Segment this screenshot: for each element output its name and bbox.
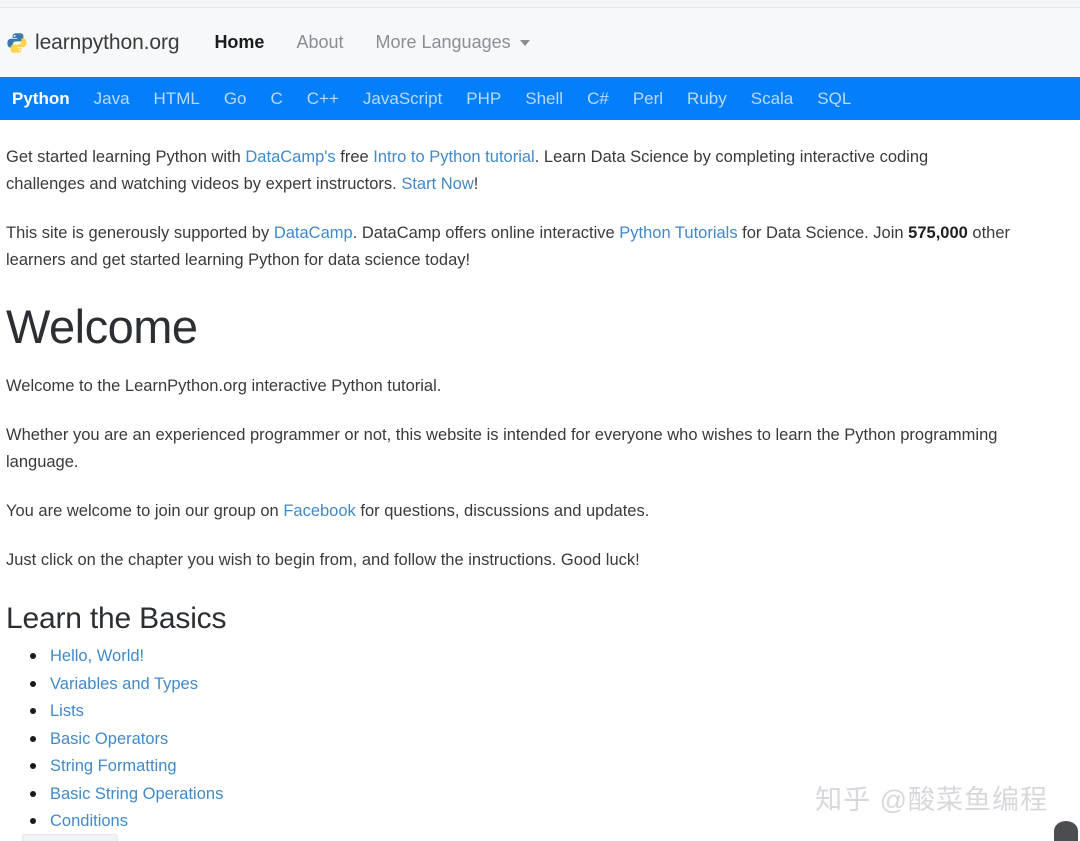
lang-item-php[interactable]: PHP — [466, 89, 501, 109]
intro-p2-text-2: . DataCamp offers online interactive — [353, 224, 620, 242]
welcome-paragraph-2: Whether you are an experienced programme… — [6, 422, 1011, 476]
nav-item-more-languages[interactable]: More Languages — [376, 32, 530, 53]
chapter-link-string-formatting[interactable]: String Formatting — [50, 757, 177, 775]
intro-p2-text-3: for Data Science. Join — [738, 224, 909, 242]
chapter-link-lists[interactable]: Lists — [50, 702, 84, 720]
chapter-link-basic-operators[interactable]: Basic Operators — [50, 730, 168, 748]
list-item: Variables and Types — [28, 673, 1074, 695]
watermark: 知乎 @酸菜鱼编程 — [815, 778, 1048, 817]
python-tutorials-link[interactable]: Python Tutorials — [619, 224, 737, 242]
lang-item-c[interactable]: C — [271, 89, 283, 109]
language-bar: Python Java HTML Go C C++ JavaScript PHP… — [0, 77, 1080, 120]
lang-item-perl[interactable]: Perl — [633, 89, 663, 109]
lang-item-python[interactable]: Python — [12, 89, 70, 109]
welcome-paragraph-4: Just click on the chapter you wish to be… — [6, 547, 1011, 574]
intro-p1-text-4: ! — [474, 175, 479, 193]
chapter-link-basic-string-operations[interactable]: Basic String Operations — [50, 785, 223, 803]
nav-item-about[interactable]: About — [296, 32, 343, 53]
lang-item-html[interactable]: HTML — [154, 89, 200, 109]
lang-item-scala[interactable]: Scala — [751, 89, 794, 109]
list-item: Basic Operators — [28, 728, 1074, 750]
section-heading-learn-the-basics: Learn the Basics — [6, 602, 1074, 635]
chapter-link-variables-and-types[interactable]: Variables and Types — [50, 675, 198, 693]
lang-item-cpp[interactable]: C++ — [307, 89, 339, 109]
nav-item-more-languages-label: More Languages — [376, 32, 511, 53]
list-item: Lists — [28, 700, 1074, 722]
welcome-p3-text-1: You are welcome to join our group on — [6, 502, 283, 520]
datacamp-link[interactable]: DataCamp — [274, 224, 353, 242]
lang-item-sql[interactable]: SQL — [817, 89, 851, 109]
lang-item-ruby[interactable]: Ruby — [687, 89, 727, 109]
lang-item-csharp[interactable]: C# — [587, 89, 609, 109]
main-navigation: Home About More Languages — [214, 32, 529, 53]
browser-top-strip — [0, 0, 1080, 8]
intro-p2-text-1: This site is generously supported by — [6, 224, 274, 242]
chevron-down-icon — [520, 40, 530, 46]
lang-item-javascript[interactable]: JavaScript — [363, 89, 442, 109]
intro-to-python-tutorial-link[interactable]: Intro to Python tutorial — [373, 148, 534, 166]
chapter-link-conditions[interactable]: Conditions — [50, 812, 128, 830]
chapter-link-hello-world[interactable]: Hello, World! — [50, 647, 144, 665]
site-brand[interactable]: learnpython.org — [6, 31, 179, 55]
start-now-link[interactable]: Start Now — [401, 175, 473, 193]
intro-paragraph-1: Get started learning Python with DataCam… — [6, 144, 1011, 198]
python-logo-icon — [6, 32, 28, 54]
facebook-link[interactable]: Facebook — [283, 502, 355, 520]
page-content: Get started learning Python with DataCam… — [0, 144, 1080, 841]
nav-item-home[interactable]: Home — [214, 32, 264, 53]
list-item: Hello, World! — [28, 645, 1074, 667]
datacamps-link[interactable]: DataCamp's — [245, 148, 335, 166]
lang-item-go[interactable]: Go — [224, 89, 247, 109]
lang-item-java[interactable]: Java — [94, 89, 130, 109]
welcome-paragraph-3: You are welcome to join our group on Fac… — [6, 498, 1011, 525]
intro-p1-text-1: Get started learning Python with — [6, 148, 245, 166]
intro-paragraph-2: This site is generously supported by Dat… — [6, 220, 1011, 274]
list-item: String Formatting — [28, 755, 1074, 777]
corner-badge-icon — [1054, 821, 1078, 841]
welcome-paragraph-1: Welcome to the LearnPython.org interacti… — [6, 373, 1011, 400]
page-title: Welcome — [6, 302, 1074, 351]
lang-item-shell[interactable]: Shell — [525, 89, 563, 109]
learner-count: 575,000 — [908, 224, 968, 242]
brand-name: learnpython.org — [35, 31, 179, 55]
cut-off-element — [22, 834, 118, 841]
intro-p1-text-2: free — [336, 148, 374, 166]
welcome-p3-text-2: for questions, discussions and updates. — [356, 502, 650, 520]
site-header: learnpython.org Home About More Language… — [0, 8, 1080, 77]
